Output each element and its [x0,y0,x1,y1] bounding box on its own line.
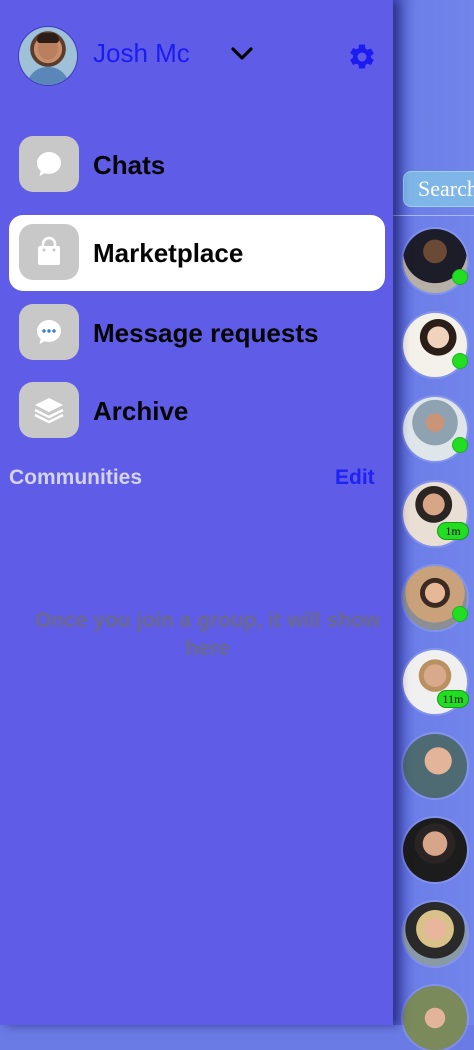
online-status-dot [452,353,468,369]
message-dots-icon [37,320,61,344]
contact-avatar[interactable] [403,313,468,377]
online-status-dot [452,606,468,622]
menu-item-label: Message requests [93,318,319,348]
menu-icon-tile [19,224,79,280]
profile-name[interactable]: Josh Mc [93,38,190,69]
archive-layers-icon [34,398,64,424]
menu-item-marketplace[interactable]: Marketplace [9,215,385,291]
contact-avatar[interactable]: 1m [403,482,469,546]
avatar [403,986,467,1050]
menu-item-label: Archive [93,396,189,426]
menu-icon-tile [19,382,79,438]
contact-avatar[interactable] [403,902,467,966]
avatar-hair [37,33,59,43]
online-status-dot [452,437,468,453]
side-drawer: Josh Mc Chats Marketplace Message reques… [0,0,393,1025]
avatar-shirt [27,67,69,85]
gear-icon[interactable] [347,42,377,72]
chat-bubble-icon [37,152,61,176]
contact-avatar[interactable] [403,397,468,461]
menu-item-chats[interactable]: Chats [9,127,385,203]
menu-item-archive[interactable]: Archive [9,373,385,449]
avatar [403,818,467,882]
communities-heading: Communities [9,466,143,489]
shopping-bag-icon [38,236,60,265]
contact-avatar[interactable] [403,986,467,1050]
menu-icon-tile [19,136,79,192]
last-active-badge: 11m [437,690,469,708]
contact-avatar[interactable] [403,818,467,882]
chevron-down-icon[interactable] [230,44,254,64]
menu-item-label: Marketplace [93,238,244,268]
avatar [403,902,467,966]
avatar [403,734,467,798]
search-input[interactable]: Search [403,171,474,207]
edit-communities-link[interactable]: Edit [335,466,375,490]
contact-avatar[interactable] [403,566,468,630]
menu-item-message-requests[interactable]: Message requests [9,295,385,371]
online-status-dot [452,269,468,285]
divider [393,215,474,216]
menu-icon-tile [19,304,79,360]
last-active-badge: 1m [437,522,469,540]
contact-avatar[interactable] [403,734,467,798]
contact-avatar[interactable] [403,229,468,293]
communities-empty-message: Once you join a group, it will show here [34,609,381,660]
profile-avatar[interactable] [19,27,77,85]
menu-item-label: Chats [93,150,166,180]
contact-avatar[interactable]: 11m [403,650,469,714]
